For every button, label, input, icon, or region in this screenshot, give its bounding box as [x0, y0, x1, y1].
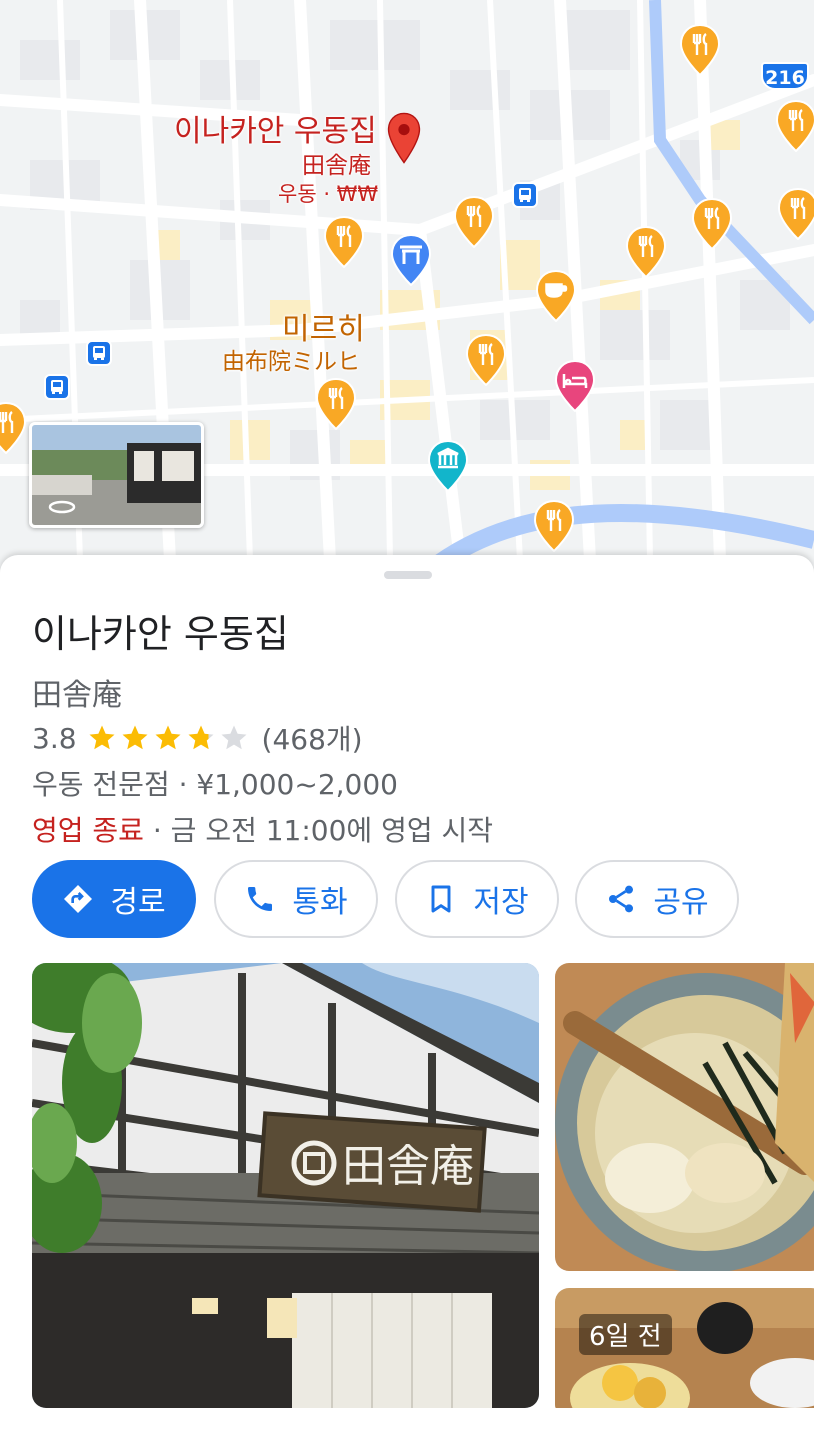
museum-pin-icon[interactable]	[428, 440, 468, 492]
place-native-name: 田舎庵	[32, 678, 122, 713]
selected-place-pin-icon[interactable]	[384, 112, 432, 186]
cafe-pin-icon[interactable]	[536, 270, 576, 322]
selected-place-map-native-name: 田舎庵	[302, 153, 371, 179]
sheet-drag-handle[interactable]	[384, 571, 432, 579]
restaurant-pin-icon[interactable]	[778, 188, 814, 240]
restaurant-pin-icon[interactable]	[534, 500, 574, 552]
bus-stop-icon[interactable]	[86, 340, 112, 366]
share-icon	[609, 885, 634, 913]
restaurant-pin-icon[interactable]	[316, 378, 356, 430]
opening-hours[interactable]: 영업 종료 · 금 오전 11:00에 영업 시작	[32, 809, 493, 849]
nearby-place-map-native-name: 由布院ミルヒ	[222, 349, 360, 375]
restaurant-pin-icon[interactable]	[680, 24, 720, 76]
star-icon	[188, 725, 214, 750]
bookmark-icon	[431, 885, 451, 913]
hotel-pin-icon[interactable]	[555, 360, 595, 412]
star-icon	[89, 725, 115, 750]
review-count[interactable]: (468개)	[262, 718, 363, 758]
restaurant-pin-icon[interactable]	[776, 100, 814, 152]
main-storefront-photo[interactable]: 田舎庵	[32, 963, 539, 1408]
directions-label: 경로	[110, 885, 166, 920]
call-button[interactable]: 통화	[214, 860, 378, 938]
category-price: 우동 전문점 · ¥1,000~2,000	[32, 768, 398, 801]
photo-date-badge: 6일 전	[579, 1314, 672, 1355]
udon-bowl-photo[interactable]	[555, 963, 814, 1271]
bottom-nav-peek	[0, 1408, 814, 1443]
bus-stop-icon[interactable]	[44, 374, 70, 400]
status-closed: 영업 종료	[32, 814, 144, 847]
rating-stars	[87, 723, 252, 753]
selected-place-map-label[interactable]: 이나카안 우동집	[174, 106, 377, 150]
save-label: 저장	[473, 885, 529, 920]
restaurant-pin-icon[interactable]	[0, 402, 26, 454]
share-button[interactable]: 공유	[575, 860, 739, 938]
route-shield: 216	[761, 62, 809, 90]
restaurant-pin-icon[interactable]	[454, 196, 494, 248]
status-next-open: · 금 오전 11:00에 영업 시작	[143, 814, 494, 847]
star-icon	[221, 725, 247, 750]
restaurant-pin-icon[interactable]	[692, 198, 732, 250]
shrine-pin-icon[interactable]	[391, 234, 431, 286]
directions-icon	[64, 885, 93, 913]
share-label: 공유	[653, 885, 709, 920]
restaurant-pin-icon[interactable]	[324, 216, 364, 268]
place-details-sheet[interactable]: 이나카안 우동집 田舎庵 3.8 (468개) 우동 전문점 · ¥1,000~…	[0, 555, 814, 1443]
directions-button[interactable]: 경로	[32, 860, 196, 938]
call-label: 통화	[292, 885, 348, 920]
restaurant-pin-icon[interactable]	[626, 226, 666, 278]
bus-stop-icon[interactable]	[512, 182, 538, 208]
selected-place-map-meta: 우동 · ₩₩	[278, 182, 379, 206]
map-view[interactable]: 이나카안 우동집 田舎庵 우동 · ₩₩ 미르히 由布院ミルヒ 216	[0, 0, 814, 570]
tempura-set-photo[interactable]: 6일 전	[555, 1288, 814, 1418]
svg-text:田舎庵: 田舎庵	[342, 1141, 474, 1192]
save-button[interactable]: 저장	[395, 860, 559, 938]
street-view-thumbnail[interactable]	[29, 422, 204, 528]
rating-value: 3.8	[32, 721, 77, 755]
phone-icon	[248, 887, 273, 911]
restaurant-pin-icon[interactable]	[466, 334, 506, 386]
star-icon	[155, 725, 181, 750]
place-title: 이나카안 우동집	[32, 612, 289, 656]
star-icon	[122, 725, 148, 750]
rating-row[interactable]: 3.8 (468개)	[32, 718, 363, 758]
